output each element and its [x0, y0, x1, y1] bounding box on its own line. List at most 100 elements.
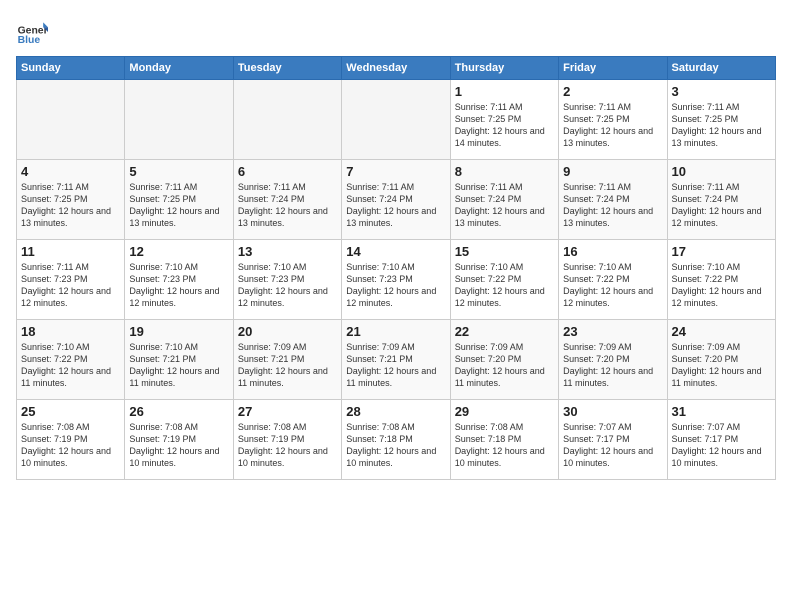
day-cell: 29Sunrise: 7:08 AMSunset: 7:18 PMDayligh… [450, 400, 558, 480]
day-info: Sunrise: 7:08 AMSunset: 7:19 PMDaylight:… [21, 421, 120, 470]
header-friday: Friday [559, 57, 667, 80]
day-cell: 22Sunrise: 7:09 AMSunset: 7:20 PMDayligh… [450, 320, 558, 400]
day-cell [342, 80, 450, 160]
day-cell [125, 80, 233, 160]
header-monday: Monday [125, 57, 233, 80]
day-info: Sunrise: 7:11 AMSunset: 7:24 PMDaylight:… [238, 181, 337, 230]
day-info: Sunrise: 7:10 AMSunset: 7:22 PMDaylight:… [563, 261, 662, 310]
header-wednesday: Wednesday [342, 57, 450, 80]
day-number: 6 [238, 164, 337, 179]
day-info: Sunrise: 7:11 AMSunset: 7:25 PMDaylight:… [455, 101, 554, 150]
day-cell: 24 Sunrise: 7:09 AMSunset: 7:20 PMDayligh… [667, 320, 775, 400]
day-cell: 31 Sunrise: 7:07 AMSunset: 7:17 PMDayligh… [667, 400, 775, 480]
day-cell [233, 80, 341, 160]
day-info: Sunrise: 7:08 AMSunset: 7:19 PMDaylight:… [238, 421, 337, 470]
day-cell: 21 Sunrise: 7:09 AMSunset: 7:21 PMDayligh… [342, 320, 450, 400]
day-number: 10 [672, 164, 771, 179]
day-number: 16 [563, 244, 662, 259]
day-cell: 5 Sunrise: 7:11 AMSunset: 7:25 PMDaylight… [125, 160, 233, 240]
calendar-header-row: SundayMondayTuesdayWednesdayThursdayFrid… [17, 57, 776, 80]
day-info: Sunrise: 7:11 AMSunset: 7:24 PMDaylight:… [563, 181, 662, 230]
header-saturday: Saturday [667, 57, 775, 80]
day-number: 30 [563, 404, 662, 419]
day-cell: 11 Sunrise: 7:11 AMSunset: 7:23 PMDayligh… [17, 240, 125, 320]
day-info: Sunrise: 7:09 AMSunset: 7:20 PMDaylight:… [455, 341, 554, 390]
day-info: Sunrise: 7:10 AMSunset: 7:22 PMDaylight:… [672, 261, 771, 310]
week-row-5: 25 Sunrise: 7:08 AMSunset: 7:19 PMDayligh… [17, 400, 776, 480]
day-number: 19 [129, 324, 228, 339]
day-info: Sunrise: 7:11 AMSunset: 7:25 PMDaylight:… [563, 101, 662, 150]
day-number: 12 [129, 244, 228, 259]
day-info: Sunrise: 7:10 AMSunset: 7:23 PMDaylight:… [346, 261, 445, 310]
day-cell [17, 80, 125, 160]
svg-text:Blue: Blue [18, 35, 41, 46]
day-number: 29 [455, 404, 554, 419]
day-number: 4 [21, 164, 120, 179]
day-number: 15 [455, 244, 554, 259]
day-number: 24 [672, 324, 771, 339]
day-info: Sunrise: 7:10 AMSunset: 7:21 PMDaylight:… [129, 341, 228, 390]
day-cell: 14Sunrise: 7:10 AMSunset: 7:23 PMDayligh… [342, 240, 450, 320]
day-info: Sunrise: 7:09 AMSunset: 7:20 PMDaylight:… [563, 341, 662, 390]
day-info: Sunrise: 7:11 AMSunset: 7:23 PMDaylight:… [21, 261, 120, 310]
day-info: Sunrise: 7:07 AMSunset: 7:17 PMDaylight:… [672, 421, 771, 470]
day-cell: 8 Sunrise: 7:11 AMSunset: 7:24 PMDaylight… [450, 160, 558, 240]
day-info: Sunrise: 7:11 AMSunset: 7:25 PMDaylight:… [129, 181, 228, 230]
day-info: Sunrise: 7:11 AMSunset: 7:25 PMDaylight:… [672, 101, 771, 150]
day-number: 25 [21, 404, 120, 419]
day-cell: 9 Sunrise: 7:11 AMSunset: 7:24 PMDaylight… [559, 160, 667, 240]
day-number: 7 [346, 164, 445, 179]
day-number: 18 [21, 324, 120, 339]
day-number: 1 [455, 84, 554, 99]
week-row-1: 1 Sunrise: 7:11 AMSunset: 7:25 PMDaylight… [17, 80, 776, 160]
day-cell: 10 Sunrise: 7:11 AMSunset: 7:24 PMDayligh… [667, 160, 775, 240]
day-cell: 12 Sunrise: 7:10 AMSunset: 7:23 PMDayligh… [125, 240, 233, 320]
day-info: Sunrise: 7:09 AMSunset: 7:20 PMDaylight:… [672, 341, 771, 390]
day-number: 17 [672, 244, 771, 259]
day-info: Sunrise: 7:11 AMSunset: 7:24 PMDaylight:… [455, 181, 554, 230]
day-info: Sunrise: 7:09 AMSunset: 7:21 PMDaylight:… [238, 341, 337, 390]
calendar-table: SundayMondayTuesdayWednesdayThursdayFrid… [16, 56, 776, 480]
day-number: 5 [129, 164, 228, 179]
header-sunday: Sunday [17, 57, 125, 80]
day-number: 27 [238, 404, 337, 419]
day-cell: 1 Sunrise: 7:11 AMSunset: 7:25 PMDaylight… [450, 80, 558, 160]
day-number: 9 [563, 164, 662, 179]
day-info: Sunrise: 7:09 AMSunset: 7:21 PMDaylight:… [346, 341, 445, 390]
day-number: 31 [672, 404, 771, 419]
day-cell: 23 Sunrise: 7:09 AMSunset: 7:20 PMDayligh… [559, 320, 667, 400]
day-number: 3 [672, 84, 771, 99]
day-number: 28 [346, 404, 445, 419]
day-cell: 20 Sunrise: 7:09 AMSunset: 7:21 PMDayligh… [233, 320, 341, 400]
day-number: 11 [21, 244, 120, 259]
header-thursday: Thursday [450, 57, 558, 80]
day-info: Sunrise: 7:10 AMSunset: 7:22 PMDaylight:… [21, 341, 120, 390]
day-info: Sunrise: 7:08 AMSunset: 7:19 PMDaylight:… [129, 421, 228, 470]
header: General Blue [16, 16, 776, 48]
day-number: 23 [563, 324, 662, 339]
day-cell: 27 Sunrise: 7:08 AMSunset: 7:19 PMDayligh… [233, 400, 341, 480]
day-cell: 7 Sunrise: 7:11 AMSunset: 7:24 PMDaylight… [342, 160, 450, 240]
day-cell: 28Sunrise: 7:08 AMSunset: 7:18 PMDayligh… [342, 400, 450, 480]
day-info: Sunrise: 7:10 AMSunset: 7:22 PMDaylight:… [455, 261, 554, 310]
header-tuesday: Tuesday [233, 57, 341, 80]
day-number: 20 [238, 324, 337, 339]
day-cell: 6 Sunrise: 7:11 AMSunset: 7:24 PMDaylight… [233, 160, 341, 240]
day-cell: 2Sunrise: 7:11 AMSunset: 7:25 PMDaylight… [559, 80, 667, 160]
day-cell: 16 Sunrise: 7:10 AMSunset: 7:22 PMDayligh… [559, 240, 667, 320]
week-row-2: 4 Sunrise: 7:11 AMSunset: 7:25 PMDaylight… [17, 160, 776, 240]
day-number: 8 [455, 164, 554, 179]
logo-icon: General Blue [16, 16, 48, 48]
day-info: Sunrise: 7:10 AMSunset: 7:23 PMDaylight:… [129, 261, 228, 310]
day-cell: 25 Sunrise: 7:08 AMSunset: 7:19 PMDayligh… [17, 400, 125, 480]
logo: General Blue [16, 16, 48, 48]
day-info: Sunrise: 7:11 AMSunset: 7:24 PMDaylight:… [346, 181, 445, 230]
day-number: 21 [346, 324, 445, 339]
day-info: Sunrise: 7:07 AMSunset: 7:17 PMDaylight:… [563, 421, 662, 470]
week-row-3: 11 Sunrise: 7:11 AMSunset: 7:23 PMDayligh… [17, 240, 776, 320]
day-cell: 19 Sunrise: 7:10 AMSunset: 7:21 PMDayligh… [125, 320, 233, 400]
day-cell: 26Sunrise: 7:08 AMSunset: 7:19 PMDayligh… [125, 400, 233, 480]
day-cell: 3 Sunrise: 7:11 AMSunset: 7:25 PMDaylight… [667, 80, 775, 160]
day-info: Sunrise: 7:11 AMSunset: 7:24 PMDaylight:… [672, 181, 771, 230]
day-cell: 4Sunrise: 7:11 AMSunset: 7:25 PMDaylight… [17, 160, 125, 240]
